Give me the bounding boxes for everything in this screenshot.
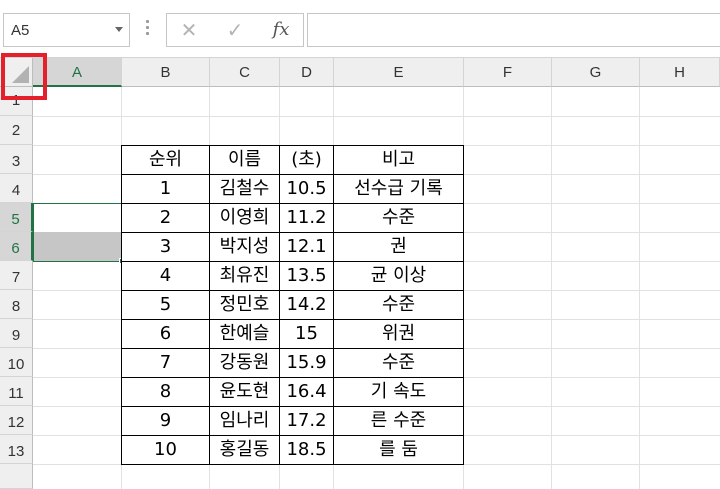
selection-border (33, 203, 123, 262)
table-cell[interactable]: 최유진 (209, 261, 280, 291)
insert-function-icon[interactable]: fx (261, 14, 301, 46)
name-box[interactable]: A5 (3, 13, 130, 47)
table-cell[interactable]: 기 속도 (333, 377, 464, 407)
table-cell[interactable]: 위권 (333, 319, 464, 349)
row-header-2[interactable]: 2 (0, 116, 33, 145)
table-cell[interactable]: 11.2 (279, 203, 334, 233)
table-cell[interactable]: 10 (121, 435, 210, 465)
table-cell[interactable]: 박지성 (209, 232, 280, 262)
table-cell[interactable]: 수준 (333, 290, 464, 320)
row-header-9[interactable]: 9 (0, 319, 33, 348)
table-cell[interactable]: 13.5 (279, 261, 334, 291)
table-cell[interactable]: 3 (121, 232, 210, 262)
enter-icon[interactable]: ✓ (215, 14, 255, 46)
column-header-e[interactable]: E (334, 58, 464, 87)
table-cell[interactable]: 이영희 (209, 203, 280, 233)
row-header-6[interactable]: 6 (0, 232, 33, 261)
cancel-icon[interactable]: ✕ (169, 14, 209, 46)
formula-buttons: ✕ ✓ fx (166, 13, 304, 47)
row-header-14[interactable] (0, 464, 33, 489)
table-cell[interactable]: 수준 (333, 203, 464, 233)
table-cell[interactable]: 17.2 (279, 406, 334, 436)
table-cell[interactable]: 9 (121, 406, 210, 436)
spreadsheet-grid: A B C D E F G H 1 2 3 4 5 6 7 8 9 10 11 … (0, 53, 720, 489)
table-cell[interactable]: 6 (121, 319, 210, 349)
table-cell[interactable]: 7 (121, 348, 210, 378)
table-cell[interactable]: 16.4 (279, 377, 334, 407)
table-cell[interactable]: 권 (333, 232, 464, 262)
table-cell[interactable]: 5 (121, 290, 210, 320)
row-header-4[interactable]: 4 (0, 174, 33, 203)
column-header-d[interactable]: D (280, 58, 334, 87)
highlight-box (1, 53, 47, 100)
table-header-name[interactable]: 이름 (209, 145, 280, 175)
column-header-b[interactable]: B (122, 58, 210, 87)
table-header-note[interactable]: 비고 (333, 145, 464, 175)
table-cell[interactable]: 4 (121, 261, 210, 291)
row-header-5[interactable]: 5 (0, 203, 33, 232)
row-header-11[interactable]: 11 (0, 377, 33, 406)
table-cell[interactable]: 를 둠 (333, 435, 464, 465)
table-cell[interactable]: 임나리 (209, 406, 280, 436)
column-header-c[interactable]: C (210, 58, 280, 87)
table-cell[interactable]: 균 이상 (333, 261, 464, 291)
column-header-g[interactable]: G (552, 58, 640, 87)
table-cell[interactable]: 1 (121, 174, 210, 204)
table-cell[interactable]: 홍길동 (209, 435, 280, 465)
table-cell[interactable]: 18.5 (279, 435, 334, 465)
table-cell[interactable]: 15 (279, 319, 334, 349)
column-header-h[interactable]: H (640, 58, 720, 87)
table-cell[interactable]: 정민호 (209, 290, 280, 320)
table-cell[interactable]: 선수급 기록 (333, 174, 464, 204)
table-cell[interactable]: 12.1 (279, 232, 334, 262)
table-header-rank[interactable]: 순위 (121, 145, 210, 175)
drag-handle-icon[interactable] (146, 20, 150, 40)
table-cell[interactable]: 10.5 (279, 174, 334, 204)
table-cell[interactable]: 윤도현 (209, 377, 280, 407)
row-header-7[interactable]: 7 (0, 261, 33, 290)
table-cell[interactable]: 른 수준 (333, 406, 464, 436)
formula-input[interactable] (307, 13, 720, 47)
row-header-3[interactable]: 3 (0, 145, 33, 174)
table-cell[interactable]: 수준 (333, 348, 464, 378)
formula-bar: A5 ✕ ✓ fx (0, 0, 720, 58)
row-header-13[interactable]: 13 (0, 435, 33, 464)
table-cell[interactable]: 강동원 (209, 348, 280, 378)
table-cell[interactable]: 15.9 (279, 348, 334, 378)
row-header-12[interactable]: 12 (0, 406, 33, 435)
row-header-10[interactable]: 10 (0, 348, 33, 377)
row-header-8[interactable]: 8 (0, 290, 33, 319)
column-header-f[interactable]: F (464, 58, 552, 87)
table-cell[interactable]: 2 (121, 203, 210, 233)
table-cell[interactable]: 한예슬 (209, 319, 280, 349)
chevron-down-icon[interactable] (115, 27, 123, 32)
table-cell[interactable]: 14.2 (279, 290, 334, 320)
name-box-value: A5 (11, 22, 30, 39)
table-cell[interactable]: 김철수 (209, 174, 280, 204)
table-cell[interactable]: 8 (121, 377, 210, 407)
table-header-time[interactable]: (초) (279, 145, 334, 175)
